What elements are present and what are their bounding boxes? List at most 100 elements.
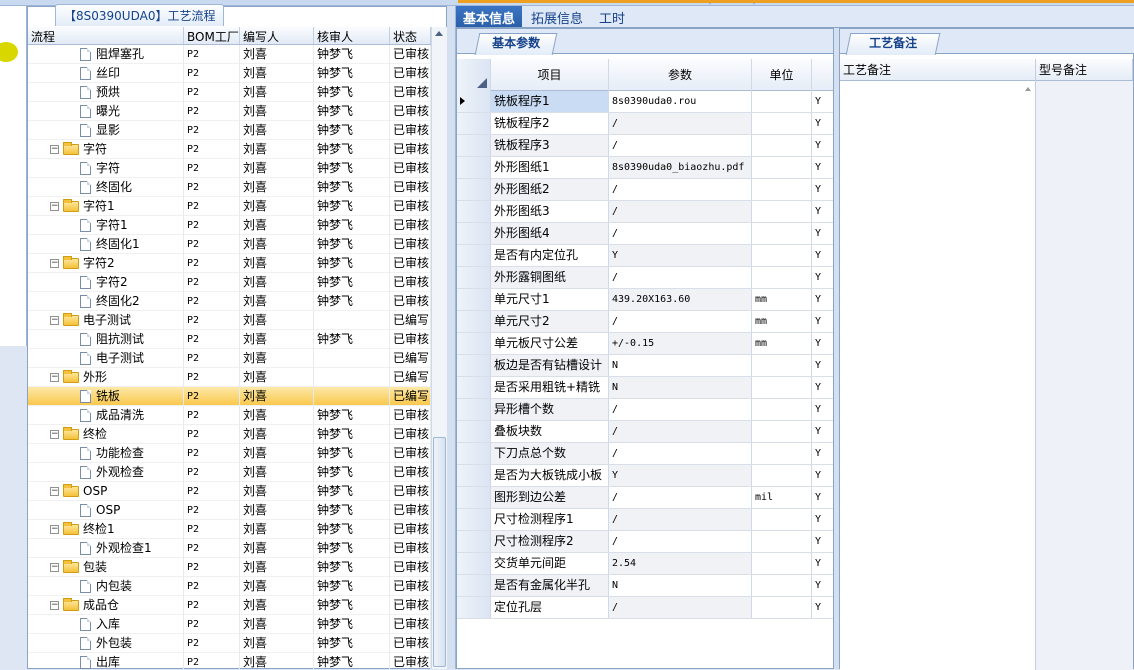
tree-row[interactable]: −外形P2刘喜已编写 [28, 368, 431, 387]
tree-node-cell[interactable]: 电子测试 [28, 349, 184, 368]
collapse-icon[interactable]: − [50, 525, 59, 534]
row-indicator[interactable] [457, 135, 491, 156]
tree-node-cell[interactable]: −电子测试 [28, 311, 184, 330]
param-row[interactable]: 板边是否有钻槽设计NY [457, 355, 833, 377]
tab-extended-info[interactable]: 拓展信息 [524, 6, 590, 27]
row-indicator[interactable] [457, 201, 491, 222]
tree-row[interactable]: 曝光P2刘喜钟梦飞已审核 [28, 102, 431, 121]
scroll-up-icon[interactable] [435, 31, 443, 36]
tree-row[interactable]: −终检P2刘喜钟梦飞已审核 [28, 425, 431, 444]
param-value-cell[interactable]: 2.54 [609, 553, 752, 574]
row-indicator[interactable] [457, 289, 491, 310]
col-writer[interactable]: 编写人 [240, 27, 314, 44]
param-value-cell[interactable]: N [609, 575, 752, 596]
tree-row[interactable]: −终检1P2刘喜钟梦飞已审核 [28, 520, 431, 539]
tree-row[interactable]: 终固化2P2刘喜钟梦飞已审核 [28, 292, 431, 311]
collapse-icon[interactable]: − [50, 202, 59, 211]
tree-row[interactable]: 铣板P2刘喜已编写 [28, 387, 431, 406]
param-row[interactable]: 交货单元间距2.54Y [457, 553, 833, 575]
tab-process-remark[interactable]: 工艺备注 [846, 33, 941, 55]
tree-row[interactable]: 内包装P2刘喜钟梦飞已审核 [28, 577, 431, 596]
tree-row[interactable]: −包装P2刘喜钟梦飞已审核 [28, 558, 431, 577]
col-unit[interactable]: 单位 [752, 59, 812, 91]
tree-node-cell[interactable]: 功能检查 [28, 444, 184, 463]
tree-row[interactable]: 出库P2刘喜钟梦飞已审核 [28, 653, 431, 670]
collapse-icon[interactable]: − [50, 487, 59, 496]
row-indicator[interactable] [457, 179, 491, 200]
tree-node-cell[interactable]: −终检 [28, 425, 184, 444]
row-indicator[interactable] [457, 421, 491, 442]
tree-node-cell[interactable]: 外观检查1 [28, 539, 184, 558]
row-indicator[interactable] [457, 91, 491, 112]
col-reviewer[interactable]: 核审人 [314, 27, 390, 44]
collapse-icon[interactable]: − [50, 373, 59, 382]
param-row[interactable]: 是否有金属化半孔NY [457, 575, 833, 597]
param-value-cell[interactable]: / [609, 135, 752, 156]
tree-node-cell[interactable]: 铣板 [28, 387, 184, 406]
collapse-icon[interactable]: − [50, 145, 59, 154]
scroll-up-icon[interactable] [1025, 87, 1031, 91]
col-value[interactable]: 参数 [609, 59, 752, 91]
param-value-cell[interactable]: 8s0390uda0_biaozhu.pdf [609, 157, 752, 178]
param-row[interactable]: 铣板程序18s0390uda0.rouY [457, 91, 833, 113]
process-remark-textarea[interactable] [840, 81, 1036, 670]
param-row[interactable]: 铣板程序2/Y [457, 113, 833, 135]
tab-work-hours[interactable]: 工时 [592, 6, 632, 27]
row-indicator[interactable] [457, 333, 491, 354]
tree-node-cell[interactable]: −外形 [28, 368, 184, 387]
row-indicator[interactable] [457, 223, 491, 244]
tree-row[interactable]: −电子测试P2刘喜已编写 [28, 311, 431, 330]
col-flag[interactable] [812, 59, 832, 91]
tree-node-cell[interactable]: −字符 [28, 140, 184, 159]
tree-node-cell[interactable]: 内包装 [28, 577, 184, 596]
tree-row[interactable]: −字符P2刘喜钟梦飞已审核 [28, 140, 431, 159]
tree-row[interactable]: 成品清洗P2刘喜钟梦飞已审核 [28, 406, 431, 425]
param-row[interactable]: 外形图纸2/Y [457, 179, 833, 201]
row-indicator[interactable] [457, 487, 491, 508]
param-row[interactable]: 尺寸检测程序1/Y [457, 509, 833, 531]
tree-node-cell[interactable]: 显影 [28, 121, 184, 140]
row-indicator[interactable] [457, 443, 491, 464]
tree-row[interactable]: 终固化1P2刘喜钟梦飞已审核 [28, 235, 431, 254]
collapse-icon[interactable]: − [50, 316, 59, 325]
param-row[interactable]: 单元尺寸2/mmY [457, 311, 833, 333]
tab-basic-params[interactable]: 基本参数 [475, 33, 558, 55]
param-value-cell[interactable]: Y [609, 465, 752, 486]
tree-row[interactable]: −字符2P2刘喜钟梦飞已审核 [28, 254, 431, 273]
param-value-cell[interactable]: / [609, 509, 752, 530]
tree-node-cell[interactable]: 预烘 [28, 83, 184, 102]
param-value-cell[interactable]: / [609, 597, 752, 618]
tree-node-cell[interactable]: 丝印 [28, 64, 184, 83]
row-indicator[interactable] [457, 509, 491, 530]
tree-node-cell[interactable]: 阻抗测试 [28, 330, 184, 349]
tree-node-cell[interactable]: 入库 [28, 615, 184, 634]
param-row[interactable]: 单元板尺寸公差+/-0.15mmY [457, 333, 833, 355]
param-row[interactable]: 下刀点总个数/Y [457, 443, 833, 465]
tree-row[interactable]: 终固化P2刘喜钟梦飞已审核 [28, 178, 431, 197]
param-value-cell[interactable]: 439.20X163.60 [609, 289, 752, 310]
param-row[interactable]: 图形到边公差/milY [457, 487, 833, 509]
param-value-cell[interactable]: / [609, 421, 752, 442]
param-value-cell[interactable]: / [609, 223, 752, 244]
param-row[interactable]: 是否采用粗铣+精铣NY [457, 377, 833, 399]
row-indicator[interactable] [457, 575, 491, 596]
param-value-cell[interactable]: N [609, 377, 752, 398]
row-indicator[interactable] [457, 377, 491, 398]
param-row[interactable]: 尺寸检测程序2/Y [457, 531, 833, 553]
tree-node-cell[interactable]: OSP [28, 501, 184, 520]
left-splitter[interactable] [447, 6, 456, 669]
row-indicator[interactable] [457, 267, 491, 288]
param-value-cell[interactable]: / [609, 267, 752, 288]
collapse-icon[interactable]: − [50, 563, 59, 572]
tree-node-cell[interactable]: −包装 [28, 558, 184, 577]
tree-node-cell[interactable]: 终固化1 [28, 235, 184, 254]
tree-node-cell[interactable]: 曝光 [28, 102, 184, 121]
param-value-cell[interactable]: 8s0390uda0.rou [609, 91, 752, 112]
row-indicator[interactable] [457, 355, 491, 376]
param-row[interactable]: 单元尺寸1439.20X163.60mmY [457, 289, 833, 311]
tree-node-cell[interactable]: 终固化2 [28, 292, 184, 311]
param-row[interactable]: 外形图纸3/Y [457, 201, 833, 223]
tree-scrollbar[interactable] [431, 27, 447, 669]
tree-row[interactable]: 字符P2刘喜钟梦飞已审核 [28, 159, 431, 178]
tree-row[interactable]: 功能检查P2刘喜钟梦飞已审核 [28, 444, 431, 463]
